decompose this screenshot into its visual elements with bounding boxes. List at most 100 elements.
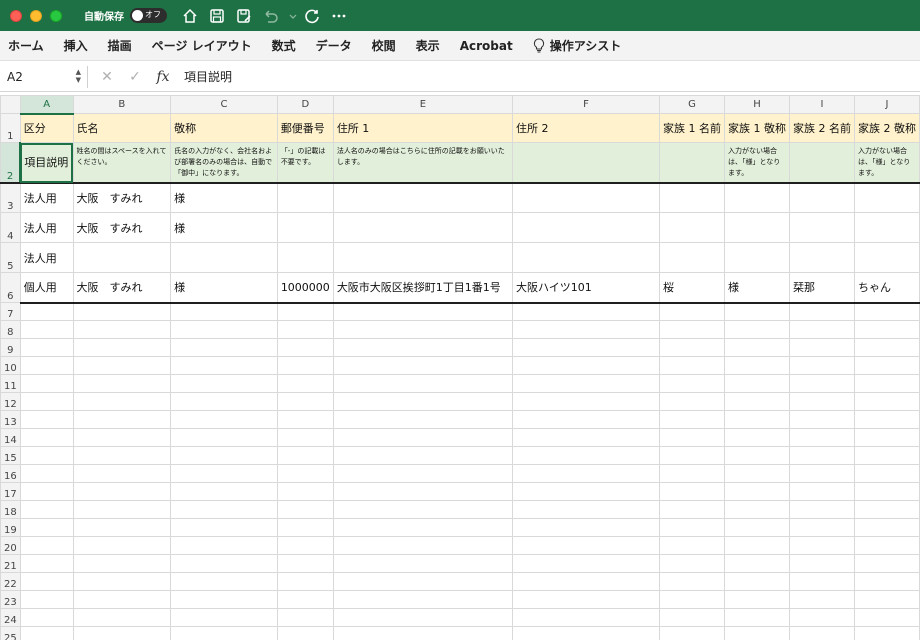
cell-f2[interactable] [512,142,660,184]
cell-e19[interactable] [332,518,514,537]
column-header-b[interactable]: B [72,95,172,114]
cell-c14[interactable] [170,428,278,447]
cell-g8[interactable] [658,320,725,339]
cell-c7[interactable] [170,302,278,321]
cell-a12[interactable] [19,392,74,411]
cell-g12[interactable] [658,392,725,411]
cell-e7[interactable] [332,302,514,321]
cell-c20[interactable] [170,536,278,555]
cell-e13[interactable] [332,410,514,429]
cell-j13[interactable] [853,410,920,429]
cell-a23[interactable] [19,590,74,609]
row-header[interactable]: 17 [0,482,21,501]
cell-c23[interactable] [170,590,278,609]
cell-i6[interactable]: 栞那 [788,272,855,304]
row-header[interactable]: 11 [0,374,21,393]
cell-f12[interactable] [512,392,660,411]
cell-d24[interactable] [276,608,334,627]
cell-a7[interactable] [19,302,74,321]
cell-e1[interactable]: 住所 1 [332,113,514,143]
cell-b23[interactable] [72,590,172,609]
cell-a2[interactable]: 項目説明 [19,142,74,184]
save-as-icon[interactable] [235,7,253,25]
cell-f4[interactable] [512,212,660,243]
cell-j2[interactable]: 入力がない場合は、「様」となります。 [853,142,920,184]
cell-g2[interactable] [658,142,725,184]
cell-a6[interactable]: 個人用 [19,272,74,304]
cell-a18[interactable] [19,500,74,519]
row-header[interactable]: 23 [0,590,21,609]
cell-i17[interactable] [788,482,855,501]
row-header[interactable]: 10 [0,356,21,375]
cell-b20[interactable] [72,536,172,555]
row-header[interactable]: 18 [0,500,21,519]
cell-e4[interactable] [332,212,514,243]
column-header-j[interactable]: J [853,95,920,114]
cell-g24[interactable] [658,608,725,627]
cell-g1[interactable]: 家族 1 名前 [658,113,725,143]
cell-i8[interactable] [788,320,855,339]
cell-j16[interactable] [853,464,920,483]
cell-e21[interactable] [332,554,514,573]
cell-e20[interactable] [332,536,514,555]
cell-e11[interactable] [332,374,514,393]
cell-i23[interactable] [788,590,855,609]
cell-j18[interactable] [853,500,920,519]
row-header[interactable]: 14 [0,428,21,447]
cell-a25[interactable] [19,626,74,640]
cell-c3[interactable]: 様 [170,182,278,213]
cell-b21[interactable] [72,554,172,573]
cell-e14[interactable] [332,428,514,447]
column-header-e[interactable]: E [332,95,514,114]
cell-h9[interactable] [723,338,790,357]
cell-e18[interactable] [332,500,514,519]
row-header[interactable]: 20 [0,536,21,555]
tab-view[interactable]: 表示 [406,37,450,54]
row-header[interactable]: 7 [0,302,21,321]
cell-a20[interactable] [19,536,74,555]
row-header[interactable]: 22 [0,572,21,591]
cell-f17[interactable] [512,482,660,501]
row-header[interactable]: 1 [0,113,21,143]
cell-c2[interactable]: 氏名の入力がなく、会社名および部署名のみの場合は、自動で「御中」になります。 [170,142,278,184]
cell-h13[interactable] [723,410,790,429]
cell-i5[interactable] [788,242,855,273]
cell-d7[interactable] [276,302,334,321]
cell-g23[interactable] [658,590,725,609]
cell-f24[interactable] [512,608,660,627]
row-header[interactable]: 25 [0,626,21,640]
autosave-toggle[interactable]: オフ [130,8,167,23]
cell-g13[interactable] [658,410,725,429]
cell-b5[interactable] [72,242,172,273]
cell-c25[interactable] [170,626,278,640]
cell-h12[interactable] [723,392,790,411]
row-header[interactable]: 15 [0,446,21,465]
cell-g9[interactable] [658,338,725,357]
cell-c22[interactable] [170,572,278,591]
cell-i21[interactable] [788,554,855,573]
cell-f7[interactable] [512,302,660,321]
cell-i20[interactable] [788,536,855,555]
cell-a8[interactable] [19,320,74,339]
cell-h17[interactable] [723,482,790,501]
row-header[interactable]: 6 [0,272,21,303]
cell-h7[interactable] [723,302,790,321]
cell-b9[interactable] [72,338,172,357]
cancel-icon[interactable]: ✕ [96,66,118,88]
cell-b4[interactable]: 大阪 すみれ [72,212,172,243]
cell-i11[interactable] [788,374,855,393]
cell-h8[interactable] [723,320,790,339]
cell-h10[interactable] [723,356,790,375]
tab-home[interactable]: ホーム [0,37,54,54]
cell-c9[interactable] [170,338,278,357]
cell-i3[interactable] [788,182,855,213]
redo-icon[interactable] [303,7,321,25]
row-header[interactable]: 13 [0,410,21,429]
cell-h24[interactable] [723,608,790,627]
cell-i1[interactable]: 家族 2 名前 [788,113,855,143]
cell-j7[interactable] [853,302,920,321]
cell-b10[interactable] [72,356,172,375]
row-header[interactable]: 4 [0,212,21,243]
cell-h4[interactable] [723,212,790,243]
cell-d11[interactable] [276,374,334,393]
